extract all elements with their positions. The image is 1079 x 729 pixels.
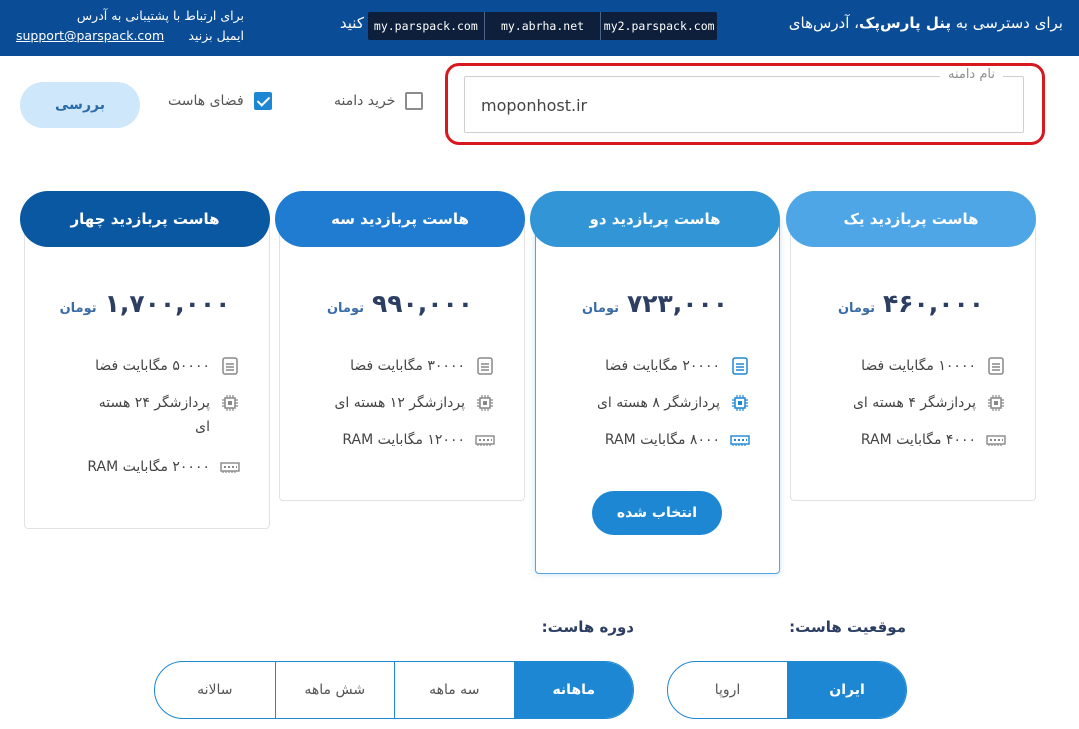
plan-feature-ram: ۸۰۰۰ مگابایت RAM [605, 428, 750, 452]
top-banner: برای دسترسی به پنل پارس‌پک، آدرس‌های را … [0, 0, 1079, 56]
host-period-selector: ماهانه سه ماهه شش ماهه سالانه [154, 661, 634, 719]
host-period-label: دوره هاست: [541, 618, 634, 636]
buy-domain-checkbox[interactable] [405, 92, 424, 110]
plan-feature-text: ۵۰۰۰۰ مگابایت فضا [95, 358, 210, 374]
plan-price: ۷۲۳,۰۰۰ تومان [530, 289, 780, 318]
plan-price: ۱,۷۰۰,۰۰۰ تومان [20, 289, 270, 318]
plan-price-currency: تومان [326, 301, 364, 316]
cpu-icon [732, 395, 748, 411]
plan-feature-ram: ۴۰۰۰ مگابایت RAM [861, 428, 1006, 452]
plan-feature-text: ۸۰۰۰ مگابایت RAM [604, 432, 720, 448]
plan-card-3[interactable]: هاست پربازدید سه ۹۹۰,۰۰۰ تومان ۳۰۰۰۰ مگا… [275, 191, 525, 503]
ram-icon [220, 462, 240, 473]
plan-feature-storage: ۵۰۰۰۰ مگابایت فضا [95, 354, 240, 378]
plan-price-currency: تومان [59, 301, 97, 316]
storage-icon [222, 357, 238, 375]
storage-icon [477, 357, 493, 375]
cpu-icon [222, 395, 238, 411]
plan-title: هاست پربازدید یک [786, 191, 1036, 247]
plan-feature-ram: ۲۰۰۰۰ مگابایت RAM [87, 455, 240, 479]
cpu-icon [477, 395, 493, 411]
ram-icon [475, 435, 495, 446]
check-domain-button[interactable]: بررسی [20, 82, 140, 128]
domain-field-label: نام دامنه [939, 67, 1003, 82]
support-notice: برای ارتباط با پشتیبانی به آدرس ایمیل بز… [16, 6, 244, 46]
plan-feature-cpu: پردازشگر ۸ هسته ای [597, 391, 750, 415]
ram-icon [730, 435, 750, 446]
plan-price-currency: تومان [837, 301, 875, 316]
period-option-yearly[interactable]: سالانه [155, 662, 275, 718]
plan-feature-storage: ۱۰۰۰۰ مگابایت فضا [861, 354, 1006, 378]
support-text-line2: ایمیل بزنید [188, 28, 244, 43]
plan-selected-button[interactable]: انتخاب شده [592, 491, 722, 535]
plan-feature-cpu: پردازشگر ۲۴ هسته ای [70, 391, 240, 439]
period-option-monthly[interactable]: ماهانه [513, 662, 633, 718]
plan-feature-text: پردازشگر ۲۴ هسته ای [98, 395, 210, 435]
plan-feature-ram: ۱۲۰۰۰ مگابایت RAM [342, 428, 495, 452]
storage-icon [732, 357, 748, 375]
ram-icon [986, 435, 1006, 446]
plan-feature-text: پردازشگر ۸ هسته ای [596, 395, 720, 411]
domain-field: نام دامنه [464, 67, 1024, 133]
notice-text-post: ، آدرس‌های [788, 14, 860, 32]
plan-feature-cpu: پردازشگر ۱۲ هسته ای [334, 391, 495, 415]
panel-addresses: my.parspack.com my.abrha.net my2.parspac… [368, 12, 717, 40]
plan-price-value: ۱,۷۰۰,۰۰۰ [104, 289, 231, 318]
plan-price: ۹۹۰,۰۰۰ تومان [275, 289, 525, 318]
panel-address-link[interactable]: my.parspack.com [368, 12, 484, 40]
plan-feature-text: پردازشگر ۴ هسته ای [852, 395, 976, 411]
plan-title: هاست پربازدید دو [530, 191, 780, 247]
cpu-icon [988, 395, 1004, 411]
notice-text-pre: برای دسترسی به [950, 14, 1063, 32]
plan-title: هاست پربازدید چهار [20, 191, 270, 247]
plan-card-4[interactable]: هاست پربازدید چهار ۱,۷۰۰,۰۰۰ تومان ۵۰۰۰۰… [20, 191, 270, 531]
plan-feature-storage: ۳۰۰۰۰ مگابایت فضا [350, 354, 495, 378]
period-option-semiannual[interactable]: شش ماهه [274, 662, 395, 718]
period-option-quarterly[interactable]: سه ماهه [394, 662, 514, 718]
plan-feature-storage: ۲۰۰۰۰ مگابایت فضا [605, 354, 750, 378]
plan-price: ۴۶۰,۰۰۰ تومان [786, 289, 1036, 318]
plan-price-currency: تومان [581, 301, 619, 316]
plan-price-value: ۴۶۰,۰۰۰ [883, 289, 985, 318]
plan-feature-text: ۳۰۰۰۰ مگابایت فضا [350, 358, 465, 374]
panel-address-link[interactable]: my.abrha.net [483, 12, 601, 40]
domain-input[interactable] [481, 93, 881, 117]
host-location-label: موقعیت هاست: [789, 618, 906, 636]
notice-text-bold: پنل پارس‌پک [859, 14, 951, 32]
plan-feature-text: پردازشگر ۱۲ هسته ای [334, 395, 465, 411]
support-text-line1: برای ارتباط با پشتیبانی به آدرس [76, 8, 244, 23]
host-space-label: فضای هاست [168, 93, 244, 109]
plan-card-1[interactable]: هاست پربازدید یک ۴۶۰,۰۰۰ تومان ۱۰۰۰۰ مگا… [786, 191, 1036, 503]
storage-icon [988, 357, 1004, 375]
plan-feature-cpu: پردازشگر ۴ هسته ای [853, 391, 1006, 415]
host-space-option[interactable]: فضای هاست [168, 92, 272, 110]
buy-domain-label: خرید دامنه [334, 93, 396, 109]
plan-feature-text: ۱۲۰۰۰ مگابایت RAM [342, 432, 465, 448]
plan-feature-text: ۲۰۰۰۰ مگابایت فضا [605, 358, 720, 374]
plan-price-value: ۹۹۰,۰۰۰ [372, 289, 474, 318]
plan-feature-text: ۱۰۰۰۰ مگابایت فضا [861, 358, 976, 374]
plan-price-value: ۷۲۳,۰۰۰ [627, 289, 729, 318]
host-space-checkbox[interactable] [253, 92, 272, 110]
host-location-selector: ایران اروپا [667, 661, 907, 719]
location-option-iran[interactable]: ایران [787, 662, 906, 718]
plan-title: هاست پربازدید سه [275, 191, 525, 247]
location-option-europe[interactable]: اروپا [668, 662, 787, 718]
buy-domain-option[interactable]: خرید دامنه [334, 92, 424, 110]
plan-card-2[interactable]: هاست پربازدید دو ۷۲۳,۰۰۰ تومان ۲۰۰۰۰ مگا… [530, 191, 780, 575]
plan-feature-text: ۴۰۰۰ مگابایت RAM [860, 432, 976, 448]
plan-feature-text: ۲۰۰۰۰ مگابایت RAM [87, 459, 210, 475]
support-email-link[interactable]: support@parspack.com [16, 26, 164, 46]
panel-address-link[interactable]: my2.parspack.com [600, 12, 717, 40]
